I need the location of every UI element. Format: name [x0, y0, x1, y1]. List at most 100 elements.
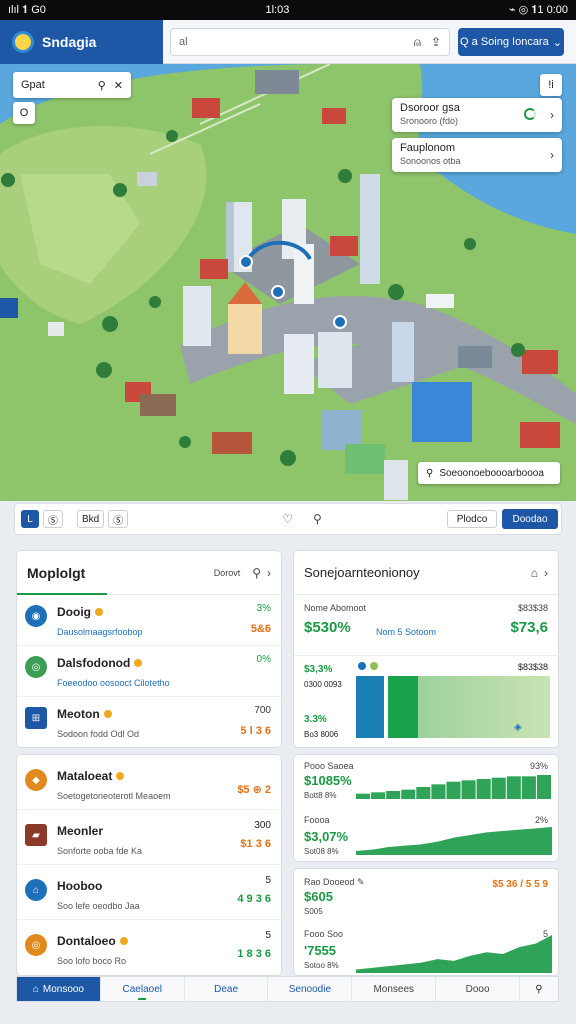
primary-search-label: Q a Soing Ioncara — [460, 36, 549, 48]
status-dot-icon — [134, 658, 143, 667]
row2-small: Sot08 8% — [304, 847, 339, 856]
toolbar-button-3[interactable]: Bkd — [77, 510, 105, 528]
row2-right: 2% — [534, 815, 548, 825]
list-item[interactable]: ⊞ Meoton Sodoon fodd Odl Od 700 5 l 3 6 — [17, 697, 281, 748]
toolbar-button-1[interactable]: L — [21, 510, 39, 528]
panel-title: Moplolgt — [27, 564, 86, 581]
chevron-right-icon[interactable]: › — [544, 566, 548, 580]
home-icon: ⌂ — [32, 983, 39, 995]
chart-bar — [371, 792, 386, 799]
map-locate-label: O — [19, 107, 29, 119]
list-item[interactable]: ◉ Dooig Dausolmaagsrfoobop 3% 5&6 — [17, 595, 281, 646]
chart-area — [356, 935, 552, 973]
item-value-2: $5 ⊕ 2 — [237, 784, 271, 796]
brand[interactable]: Sndagia — [0, 20, 163, 64]
progress-ring-icon — [524, 108, 536, 120]
toolbar-button-4[interactable]: Ⓢ — [108, 510, 129, 528]
panel-header-link[interactable]: Dorovt — [214, 568, 241, 578]
left-panel-bottom: ◆ Mataloeat Soetogetoneoterotl Meaoem $5… — [16, 754, 282, 976]
chart-bar — [461, 780, 476, 799]
tab-3[interactable]: Deae — [185, 977, 269, 1001]
map-locate-button[interactable]: O — [13, 102, 35, 124]
pin-icon[interactable]: ♡ — [282, 512, 293, 526]
list-item[interactable]: ◆ Mataloeat Soetogetoneoterotl Meaoem $5… — [17, 755, 281, 810]
search-icon[interactable]: ⚲ — [520, 977, 558, 1001]
tab-1-label: Monsooo — [42, 983, 84, 995]
list-item[interactable]: ▰ Meonler Sonforte ooba fde Ka 300 $1 3 … — [17, 810, 281, 865]
list-item[interactable]: ◎ Dalsfodonod Foeeodoo oosooct Cilotetho… — [17, 646, 281, 697]
row2-value: '7555 — [304, 943, 337, 958]
map-filter-box[interactable]: Gpat ⚲ ✕ — [13, 72, 131, 98]
item-value-2: 5 l 3 6 — [240, 725, 271, 737]
item-name: Meoton — [57, 707, 100, 721]
chart-bar — [506, 776, 521, 799]
tab-4[interactable]: Senoodie — [268, 977, 353, 1001]
left-panel-top: Moplolgt Dorovt ⚲ › ◉ Dooig Dausolmaagsr… — [16, 550, 282, 748]
user-icon[interactable]: ⍝ — [414, 35, 421, 50]
bar-small-2: Bo3 8006 — [304, 730, 339, 739]
bottom-tab-bar: ⌂ Monsooo Caelaoel Deae Senoodie Monsees… — [16, 976, 559, 1002]
search-icon[interactable]: ⚲ — [98, 79, 106, 92]
item-sub: Sodoon fodd Odl Od — [57, 729, 140, 739]
chart-bar — [521, 776, 536, 799]
status-dot-icon — [119, 937, 128, 945]
map-filter-text: Gpat — [21, 79, 45, 91]
primary-search-button[interactable]: Q a Soing Ioncara ⌄ — [458, 28, 564, 56]
toolbar-button-2[interactable]: Ⓢ — [43, 510, 63, 528]
chart-bar — [536, 775, 551, 799]
map-card-2[interactable]: Fauplonom Sonoonos otba › — [392, 138, 562, 172]
close-icon[interactable]: ✕ — [114, 79, 123, 92]
chart-bar — [446, 781, 461, 799]
map-view[interactable]: Gpat ⚲ ✕ O !i Dsoroor gsa Sronooro (fdo)… — [0, 64, 576, 501]
chart-bar — [386, 791, 401, 799]
stat-summary: Nome Abomoot $530% Nom 5 Sotoom $83$38 $… — [294, 595, 558, 655]
location-pin-icon: ◆ — [25, 769, 47, 791]
home-icon[interactable]: ⌂ — [531, 566, 538, 580]
chevron-right-icon[interactable]: › — [267, 566, 271, 580]
right-panel-top: Sonejoarnteonionoy ⌂ › Nome Abomoot $530… — [293, 550, 560, 748]
location-icon: ◉ — [25, 605, 47, 627]
item-value: 5 — [265, 875, 271, 886]
item-name: Dontaloeo — [57, 934, 116, 948]
chart-bar — [491, 777, 506, 799]
search-box[interactable]: al ⍝ ⇪ — [170, 28, 450, 56]
chart-bar — [431, 784, 446, 799]
item-value: 300 — [254, 820, 271, 831]
tab-6[interactable]: Dooo — [436, 977, 520, 1001]
item-name: Meonler — [57, 824, 104, 838]
list-item[interactable]: ⌂ Hooboo Soo lefe oeodbo Jaa 5 4 9 3 6 — [17, 865, 281, 920]
app-header: Sndagia al ⍝ ⇪ Q a Soing Ioncara ⌄ — [0, 20, 576, 64]
map-card-1[interactable]: Dsoroor gsa Sronooro (fdo) › — [392, 98, 562, 132]
badge-icon: ◎ — [25, 656, 47, 678]
tab-5[interactable]: Monsees — [352, 977, 437, 1001]
search-icon[interactable]: ⚲ — [252, 566, 261, 580]
row1-small: S005 — [304, 907, 323, 916]
map-layers-button[interactable]: !i — [540, 74, 562, 96]
legend-dot-green — [370, 662, 378, 670]
search-icon[interactable]: ⚲ — [313, 512, 322, 526]
chart-bar — [476, 779, 491, 799]
toolbar-primary-button[interactable]: Doodao — [502, 509, 558, 529]
tab-2[interactable]: Caelaoel — [101, 977, 185, 1001]
chevron-right-icon[interactable]: › — [550, 108, 554, 122]
map-legend[interactable]: ⚲ Soeoonoeboooarboooa — [418, 462, 560, 484]
list-item[interactable]: ◎ Dontaloeo Soo lofo boco Ro 5 1 8 3 6 — [17, 920, 281, 975]
row1-label: Pooo Saoea — [304, 761, 354, 771]
app-name: Sndagia — [42, 34, 97, 50]
bar-area: $3,3% 0300 0093 3.3% Bo3 8006 $83$38 ◈ — [294, 655, 560, 747]
status-dot-icon — [103, 709, 112, 718]
tab-2-label: Caelaoel — [122, 983, 162, 995]
bar-small-1: 0300 0093 — [304, 680, 342, 689]
tab-6-label: Dooo — [465, 983, 490, 995]
item-name: Hooboo — [57, 879, 103, 893]
item-name: Mataloeat — [57, 769, 113, 783]
chevron-right-icon[interactable]: › — [550, 148, 554, 162]
search-input[interactable]: al — [179, 36, 188, 48]
item-sub: Foeeodoo oosooct Cilotetho — [57, 678, 170, 688]
item-sub: Sonforte ooba fde Ka — [57, 846, 143, 856]
toolbar-outline-button[interactable]: Plodco — [447, 510, 497, 528]
tab-1[interactable]: ⌂ Monsooo — [17, 977, 101, 1001]
item-value-2: 4 9 3 6 — [237, 893, 271, 905]
row2-label: Fooo Soo — [304, 929, 344, 939]
share-icon[interactable]: ⇪ — [431, 35, 441, 49]
